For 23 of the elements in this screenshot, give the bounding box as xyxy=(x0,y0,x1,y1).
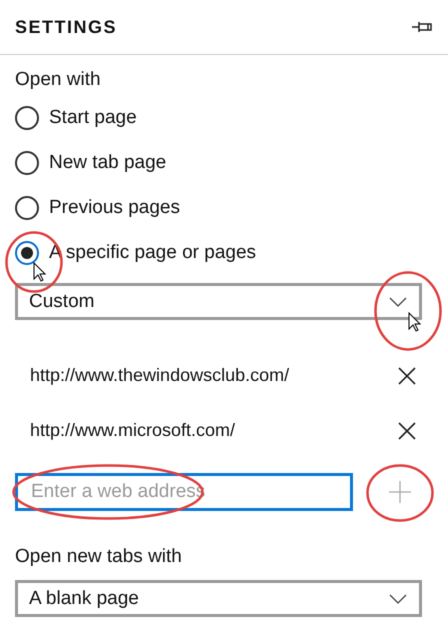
pin-icon[interactable] xyxy=(411,20,433,34)
radio-button[interactable] xyxy=(15,196,39,220)
radio-option[interactable]: New tab page xyxy=(15,140,166,185)
dropdown[interactable]: A blank page xyxy=(15,580,422,617)
panel-title: SETTINGS xyxy=(15,16,118,38)
close-icon[interactable] xyxy=(396,364,418,386)
close-icon[interactable] xyxy=(396,420,418,442)
radio-button[interactable] xyxy=(15,106,39,130)
radio-button[interactable] xyxy=(15,240,39,264)
chevron-down-icon xyxy=(389,594,407,604)
radio-option[interactable]: Previous pages xyxy=(15,185,180,230)
chevron-down-icon xyxy=(389,296,407,306)
dropdown[interactable]: Custom xyxy=(15,283,422,320)
page-url: http://www.thewindowsclub.com/ xyxy=(30,365,290,386)
section-label: Open with xyxy=(15,68,101,92)
annotation-ellipse xyxy=(366,464,434,522)
pointer-cursor-icon xyxy=(33,262,46,282)
radio-button[interactable] xyxy=(15,150,39,174)
page-url: http://www.microsoft.com/ xyxy=(30,420,236,441)
pointer-cursor-icon xyxy=(408,312,421,332)
section-label: Open new tabs with xyxy=(15,545,182,569)
radio-option[interactable]: Start page xyxy=(15,95,137,140)
annotation-ellipse xyxy=(5,231,63,293)
